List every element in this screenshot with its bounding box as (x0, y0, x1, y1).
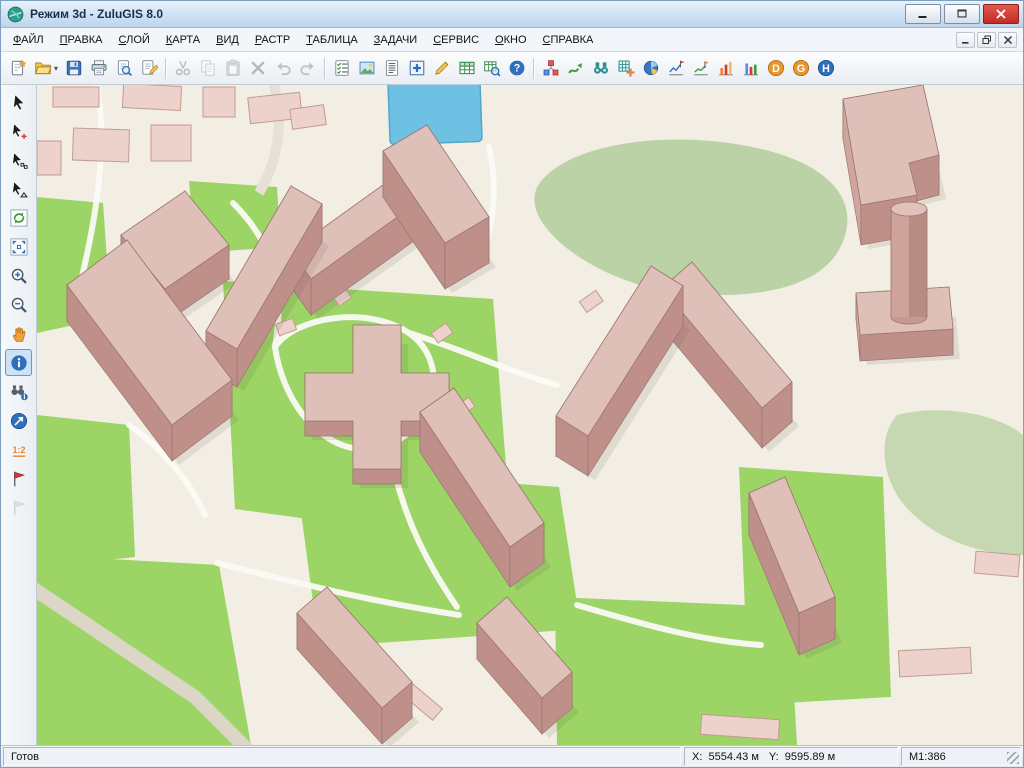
raster-button[interactable] (354, 56, 379, 81)
table-view-button[interactable] (454, 56, 479, 81)
minimize-button[interactable] (905, 4, 941, 24)
zulu-h-button[interactable]: H (813, 56, 838, 81)
menu-raster[interactable]: РАСТР (247, 30, 298, 50)
find-object-button[interactable] (588, 56, 613, 81)
mdi-minimize-button[interactable] (956, 32, 975, 48)
new-document-button[interactable] (5, 56, 30, 81)
select-area-tool[interactable] (5, 175, 32, 202)
close-button[interactable] (983, 4, 1019, 24)
bars-chart-button[interactable] (713, 56, 738, 81)
undo-button (270, 56, 295, 81)
query-button[interactable] (479, 56, 504, 81)
svg-text:H: H (822, 63, 830, 75)
menu-tasks[interactable]: ЗАДАЧИ (366, 30, 426, 50)
open-button-dropdown-caret[interactable]: ▾ (54, 64, 58, 73)
svg-text:1:2: 1:2 (12, 444, 25, 454)
zulu-d-button[interactable]: D (763, 56, 788, 81)
mdi-restore-button[interactable] (977, 32, 996, 48)
print-button[interactable] (86, 56, 111, 81)
select-tool[interactable] (5, 88, 32, 115)
menu-window[interactable]: ОКНО (487, 30, 534, 50)
pond (388, 85, 482, 145)
network-editor-button[interactable] (538, 56, 563, 81)
menu-view[interactable]: ВИД (208, 30, 247, 50)
delete-button (245, 56, 270, 81)
menu-bar-items: ФАЙЛПРАВКАСЛОЙКАРТАВИДРАСТРТАБЛИЦАЗАДАЧИ… (5, 30, 601, 50)
scale-value: М1:386 (909, 751, 946, 763)
toolbar-separator (165, 58, 166, 79)
menu-map[interactable]: КАРТА (158, 30, 208, 50)
title-bar: Режим 3d - ZuluGIS 8.0 (1, 1, 1023, 28)
menu-edit[interactable]: ПРАВКА (52, 30, 111, 50)
main-toolbar: ▾? D G H (1, 52, 1023, 85)
zoom-out-tool[interactable] (5, 291, 32, 318)
edit-nodes-tool[interactable] (5, 146, 32, 173)
trace-path-button[interactable] (563, 56, 588, 81)
toolbar-separator (533, 58, 534, 79)
status-coordinates: X: 5554.43 м Y: 9595.89 м (684, 747, 898, 766)
pie-chart-button[interactable] (638, 56, 663, 81)
main-region: 1:2 (1, 85, 1023, 745)
menu-bar: ФАЙЛПРАВКАСЛОЙКАРТАВИДРАСТРТАБЛИЦАЗАДАЧИ… (1, 28, 1023, 52)
menu-table[interactable]: ТАБЛИЦА (298, 30, 366, 50)
zulu-g-button[interactable]: G (788, 56, 813, 81)
save-button[interactable] (61, 56, 86, 81)
menu-service[interactable]: СЕРВИС (425, 30, 487, 50)
app-logo-icon (7, 6, 24, 23)
map-tools-toolbar: 1:2 (1, 85, 37, 745)
menu-help[interactable]: СПРАВКА (535, 30, 602, 50)
window-controls (905, 4, 1019, 24)
map-canvas[interactable] (37, 85, 1023, 745)
status-bar: Готов X: 5554.43 м Y: 9595.89 м М1:386 (1, 745, 1023, 767)
page-setup-button[interactable] (136, 56, 161, 81)
resize-grip[interactable] (1007, 752, 1019, 764)
edit-mode-button[interactable] (429, 56, 454, 81)
layers-dialog-button[interactable] (329, 56, 354, 81)
toolbar-separator (324, 58, 325, 79)
coordinate-x: X: 5554.43 м (692, 751, 759, 763)
svg-text:G: G (796, 63, 804, 75)
redo-button (295, 56, 320, 81)
pan-tool[interactable] (5, 320, 32, 347)
help-button[interactable]: ? (504, 56, 529, 81)
menu-layer[interactable]: СЛОЙ (111, 30, 158, 50)
zoom-in-tool[interactable] (5, 262, 32, 289)
info-tool[interactable] (5, 349, 32, 376)
zoom-extent-button[interactable] (5, 233, 32, 260)
cut-button (170, 56, 195, 81)
network-grid-button[interactable] (613, 56, 638, 81)
find-info-tool[interactable] (5, 378, 32, 405)
window-title: Режим 3d - ZuluGIS 8.0 (30, 7, 163, 21)
coordinate-y: Y: 9595.89 м (769, 751, 835, 763)
mdi-window-controls (956, 32, 1019, 48)
mdi-close-button[interactable] (998, 32, 1017, 48)
status-ready-text: Готов (11, 751, 39, 763)
chart-flag-button[interactable] (663, 56, 688, 81)
menu-file[interactable]: ФАЙЛ (5, 30, 52, 50)
maximize-button[interactable] (944, 4, 980, 24)
flag-edit-tool (5, 494, 32, 521)
svg-text:?: ? (513, 63, 520, 75)
navigate-tool[interactable] (5, 407, 32, 434)
refresh-map-button[interactable] (5, 204, 32, 231)
chimney (891, 202, 927, 324)
print-preview-button[interactable] (111, 56, 136, 81)
status-ready: Готов (3, 747, 681, 766)
paste-button (220, 56, 245, 81)
map-viewport[interactable] (37, 85, 1023, 745)
scale-tool[interactable]: 1:2 (5, 436, 32, 463)
flag-tool[interactable] (5, 465, 32, 492)
copy-button (195, 56, 220, 81)
svg-text:D: D (772, 63, 780, 75)
app-window: Режим 3d - ZuluGIS 8.0 ФАЙЛПРАВКАСЛОЙКАР… (0, 0, 1024, 768)
new-map-window-button[interactable] (404, 56, 429, 81)
bars-chart-alt-button[interactable] (738, 56, 763, 81)
select-add-tool[interactable] (5, 117, 32, 144)
status-scale: М1:386 (901, 747, 1021, 766)
open-button[interactable] (30, 56, 55, 81)
semantic-db-button[interactable] (379, 56, 404, 81)
chart-flag-alt-button[interactable] (688, 56, 713, 81)
